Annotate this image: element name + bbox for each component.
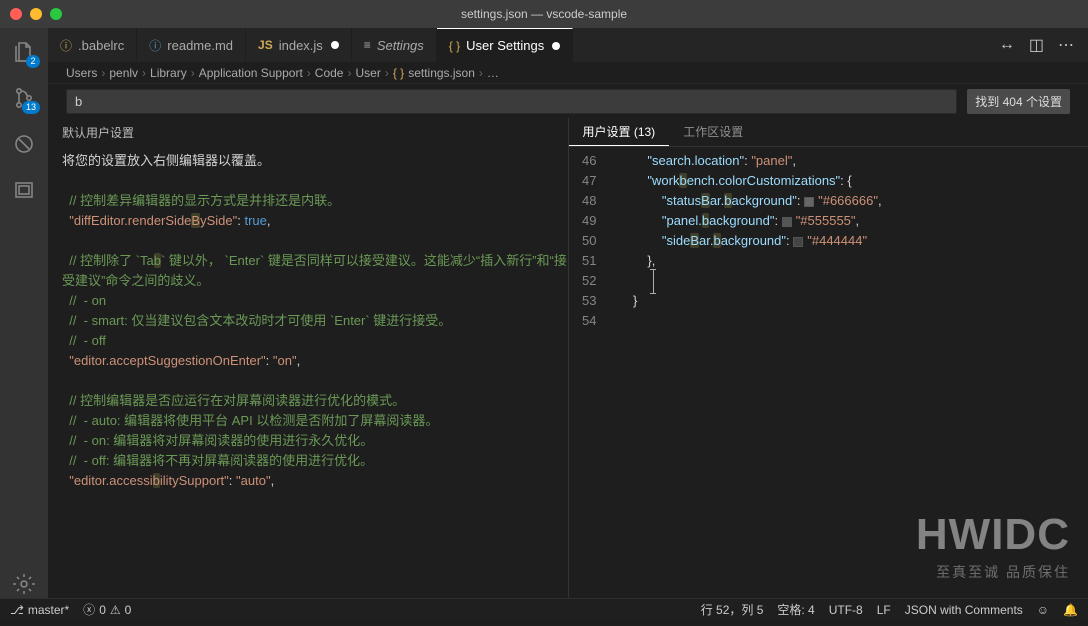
close-window-button[interactable] [10, 8, 22, 20]
compare-icon[interactable]: ↔ [999, 36, 1015, 54]
status-bar: ⎇ master* ⓧ0 ⚠0 行 52，列 5 空格: 4 UTF-8 LF … [0, 598, 1088, 620]
bell-icon[interactable]: 🔔 [1063, 603, 1078, 617]
window-icon[interactable] [10, 176, 38, 204]
window-controls [10, 8, 62, 20]
breadcrumb-item[interactable]: penlv [109, 66, 138, 80]
settings-scope-tabs: 用户设置 (13)工作区设置 [569, 118, 1088, 147]
default-settings-code: 将您的设置放入右侧编辑器以覆盖。 // 控制差异编辑器的显示方式是并排还是内联。… [48, 147, 568, 598]
settings-search-row: 找到 404 个设置 [48, 84, 1088, 118]
tab[interactable]: ≡ Settings [352, 28, 437, 62]
dirty-indicator [331, 41, 339, 49]
breadcrumb-item[interactable]: Users [66, 66, 97, 80]
tab[interactable]: { } User Settings [437, 28, 573, 62]
user-settings-pane: 用户设置 (13)工作区设置 464748495051525354 "searc… [569, 118, 1088, 598]
settings-gear-icon[interactable] [10, 570, 38, 598]
language-mode[interactable]: JSON with Comments [905, 603, 1023, 617]
tab[interactable]: JSindex.js [246, 28, 352, 62]
tab[interactable]: ⓘ readme.md [137, 28, 246, 62]
cursor-position[interactable]: 行 52，列 5 [701, 601, 764, 618]
git-branch[interactable]: ⎇ master* [10, 603, 69, 617]
tab[interactable]: ⓘ .babelrc [48, 28, 137, 62]
activity-bar: 2 13 [0, 28, 48, 598]
json-icon: { } [393, 66, 404, 80]
tab-label: index.js [279, 38, 323, 53]
more-icon[interactable]: ⋯ [1058, 35, 1074, 55]
window-title: settings.json — vscode-sample [461, 7, 627, 21]
breadcrumb[interactable]: Users›penlv›Library›Application Support›… [48, 62, 1088, 84]
user-settings-editor[interactable]: 464748495051525354 "search.location": "p… [569, 147, 1088, 598]
badge: 2 [26, 55, 40, 68]
settings-scope-tab[interactable]: 用户设置 (13) [569, 118, 670, 146]
settings-search-input[interactable] [66, 89, 957, 114]
default-settings-pane: 默认用户设置 将您的设置放入右侧编辑器以覆盖。 // 控制差异编辑器的显示方式是… [48, 118, 569, 598]
bug-disabled-icon[interactable] [10, 130, 38, 158]
tab-label: Settings [377, 38, 424, 53]
text-cursor [653, 274, 654, 289]
line-gutter: 464748495051525354 [569, 147, 605, 598]
settings-scope-tab[interactable]: 工作区设置 [669, 118, 757, 146]
breadcrumb-item[interactable]: … [487, 66, 499, 80]
branch-name: master* [28, 603, 69, 617]
editor-split: 默认用户设置 将您的设置放入右侧编辑器以覆盖。 // 控制差异编辑器的显示方式是… [48, 118, 1088, 598]
tab-actions: ↔ ◫ ⋯ [985, 28, 1088, 62]
zoom-window-button[interactable] [50, 8, 62, 20]
sliders-icon: ≡ [364, 38, 371, 52]
minimize-window-button[interactable] [30, 8, 42, 20]
split-editor-icon[interactable]: ◫ [1029, 35, 1044, 55]
breadcrumb-item[interactable]: Application Support [199, 66, 303, 80]
tab-label: User Settings [466, 38, 544, 53]
default-settings-title: 默认用户设置 [48, 118, 568, 147]
breadcrumb-item[interactable]: User [355, 66, 380, 80]
titlebar: settings.json — vscode-sample [0, 0, 1088, 28]
branch-icon: ⎇ [10, 603, 24, 617]
user-settings-code[interactable]: "search.location": "panel", "workbench.c… [605, 147, 1088, 598]
warning-count: 0 [125, 603, 132, 617]
problems[interactable]: ⓧ 0 ⚠ 0 [83, 601, 131, 618]
encoding[interactable]: UTF-8 [829, 603, 863, 617]
badge: 13 [22, 101, 40, 114]
json-icon: { } [449, 39, 460, 53]
breadcrumb-item[interactable]: Library [150, 66, 187, 80]
error-icon: ⓧ [83, 601, 95, 618]
source-control-icon[interactable]: 13 [10, 84, 38, 112]
breadcrumb-item[interactable]: Code [315, 66, 344, 80]
file-icon: ⓘ [60, 37, 72, 54]
eol[interactable]: LF [877, 603, 891, 617]
feedback-icon[interactable]: ☺ [1037, 603, 1049, 617]
settings-search-result: 找到 404 个设置 [967, 89, 1070, 114]
file-icon: ⓘ [149, 37, 161, 54]
tab-bar: ⓘ .babelrc ⓘ readme.md JSindex.js ≡ Settings { … [48, 28, 1088, 62]
tab-label: .babelrc [78, 38, 124, 53]
dirty-indicator [552, 42, 560, 50]
explorer-icon[interactable]: 2 [10, 38, 38, 66]
indentation[interactable]: 空格: 4 [777, 601, 814, 618]
breadcrumb-item[interactable]: { }settings.json [393, 66, 475, 80]
error-count: 0 [99, 603, 106, 617]
warning-icon: ⚠ [110, 603, 121, 617]
tab-label: readme.md [167, 38, 233, 53]
